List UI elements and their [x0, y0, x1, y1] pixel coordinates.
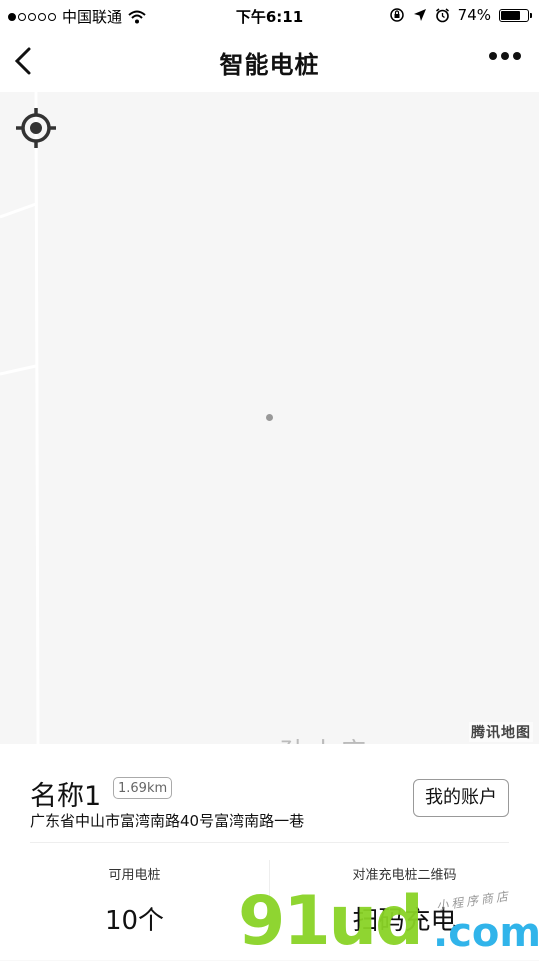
map-provider-logo: 腾讯地图 [469, 722, 533, 742]
more-dot-icon [513, 52, 521, 60]
more-dot-icon [501, 52, 509, 60]
station-name: 名称1 [30, 781, 102, 812]
orientation-lock-icon [389, 8, 404, 22]
map-place-label: 孙小店 [280, 732, 370, 744]
panel-divider [30, 842, 509, 843]
my-account-button[interactable]: 我的账户 [413, 779, 509, 817]
available-count: 10个 [104, 906, 165, 936]
alarm-icon [435, 7, 449, 22]
more-dot-icon [489, 52, 497, 60]
more-menu-button[interactable] [489, 52, 521, 60]
scan-hint-label: 对准充电桩二维码 [352, 868, 457, 883]
status-bar: 中国联通 下午6:11 74% [0, 0, 539, 30]
location-arrow-icon [413, 9, 426, 21]
available-label: 可用电桩 [108, 868, 161, 883]
page-title: 智能电桩 [219, 51, 320, 79]
battery-icon [499, 8, 532, 22]
nav-bar: 智能电桩 [0, 30, 539, 92]
status-right: 74% [389, 6, 532, 24]
station-panel: 名称1 1.69km 我的账户 广东省中山市富湾南路40号富湾南路一巷 可用电桩… [0, 744, 539, 960]
map-view[interactable]: 孙小店 腾讯地图 [0, 92, 539, 744]
map-center-marker [266, 414, 273, 421]
distance-badge: 1.69km [113, 777, 173, 799]
station-address: 广东省中山市富湾南路40号富湾南路一巷 [30, 812, 305, 830]
scan-to-charge-button[interactable]: 扫码充电 [270, 900, 539, 937]
locate-me-button[interactable] [14, 106, 58, 150]
battery-percent: 74% [457, 6, 491, 24]
battery-fill [501, 10, 521, 20]
crosshair-icon [16, 108, 56, 148]
